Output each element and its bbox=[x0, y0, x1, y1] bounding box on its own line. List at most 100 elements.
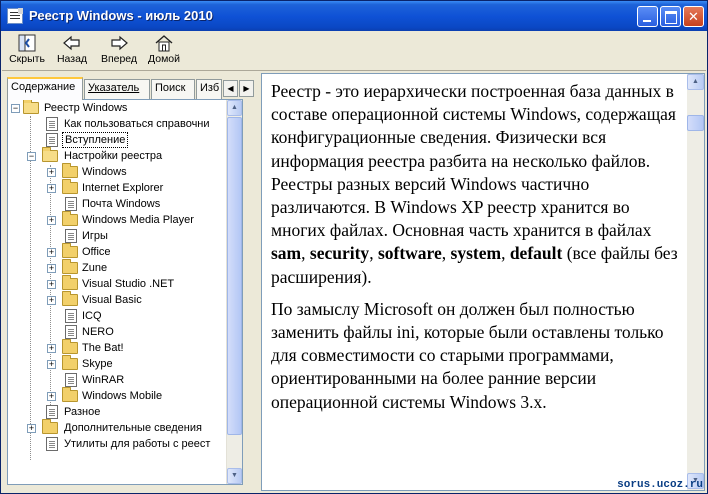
expand-icon[interactable]: + bbox=[47, 216, 56, 225]
tree-label: Visual Studio .NET bbox=[82, 278, 175, 290]
expand-icon[interactable]: + bbox=[47, 264, 56, 273]
tree-label: Office bbox=[82, 246, 111, 258]
home-button[interactable]: Домой bbox=[145, 33, 183, 69]
contents-tree: − Реестр Windows Как пользоваться справо… bbox=[7, 99, 243, 485]
tree-item-icq[interactable]: ICQ bbox=[8, 308, 228, 324]
book-icon bbox=[42, 419, 58, 434]
tab-index[interactable]: Указатель bbox=[84, 79, 150, 99]
help-window: Реестр Windows - июль 2010 ✕ Скрыть Наза… bbox=[0, 0, 708, 494]
close-button[interactable]: ✕ bbox=[683, 6, 704, 27]
tree-label: NERO bbox=[82, 326, 114, 338]
text-segment: Реестр - это иерархически построенная ба… bbox=[271, 81, 676, 241]
scroll-up-arrow-icon[interactable]: ▲ bbox=[687, 74, 704, 90]
watermark: sorus.ucoz.ru bbox=[617, 479, 703, 491]
book-icon bbox=[62, 339, 78, 354]
expand-icon[interactable]: + bbox=[47, 344, 56, 353]
tree-item-the-bat[interactable]: + The Bat! bbox=[8, 339, 228, 356]
tab-contents[interactable]: Содержание bbox=[7, 77, 83, 100]
file-name: security bbox=[309, 243, 370, 264]
tree-label: Internet Explorer bbox=[82, 182, 164, 194]
tree-item-office[interactable]: + Office bbox=[8, 243, 228, 260]
tree-item-internet-explorer[interactable]: + Internet Explorer bbox=[8, 179, 228, 196]
tree-label: Почта Windows bbox=[82, 198, 161, 210]
page-icon bbox=[65, 325, 77, 339]
page-icon bbox=[46, 437, 58, 451]
expand-icon[interactable]: + bbox=[27, 424, 36, 433]
file-name: default bbox=[509, 243, 563, 264]
tree-label: Утилиты для работы с реест bbox=[64, 438, 211, 450]
tabs-scroll-right[interactable]: ▶ bbox=[239, 80, 254, 97]
tree-item-nero[interactable]: NERO bbox=[8, 324, 228, 340]
tree-item-root[interactable]: − Реестр Windows bbox=[8, 100, 228, 116]
scrollbar-thumb[interactable] bbox=[227, 117, 242, 435]
scroll-down-arrow-icon[interactable]: ▼ bbox=[227, 468, 242, 484]
separator: , bbox=[441, 243, 451, 264]
tree-item-visual-basic[interactable]: + Visual Basic bbox=[8, 291, 228, 308]
maximize-button[interactable] bbox=[660, 6, 681, 27]
separator: , bbox=[301, 243, 310, 264]
title-bar[interactable]: Реестр Windows - июль 2010 ✕ bbox=[1, 1, 707, 31]
tabs-scroll-left[interactable]: ◀ bbox=[223, 80, 238, 97]
tab-search[interactable]: Поиск bbox=[151, 79, 195, 99]
hide-button[interactable]: Скрыть bbox=[7, 33, 47, 69]
home-icon bbox=[154, 34, 174, 52]
book-icon bbox=[62, 163, 78, 178]
forward-arrow-icon bbox=[109, 34, 129, 52]
tree-item-additional-info[interactable]: + Дополнительные сведения bbox=[8, 419, 228, 436]
tree-label: Windows Mobile bbox=[82, 390, 163, 402]
expand-icon[interactable]: + bbox=[47, 184, 56, 193]
tree-item-winrar[interactable]: WinRAR bbox=[8, 372, 228, 388]
expand-icon[interactable]: + bbox=[47, 280, 56, 289]
expand-icon[interactable]: + bbox=[47, 248, 56, 257]
tree-item-games[interactable]: Игры bbox=[8, 228, 228, 244]
toolbar: Скрыть Назад Вперед Домой bbox=[2, 31, 706, 71]
tree-item-windows-mail[interactable]: Почта Windows bbox=[8, 196, 228, 212]
tree-item-media-player[interactable]: + Windows Media Player bbox=[8, 211, 228, 228]
navigation-pane: Содержание Указатель Поиск Изб ◀ ▶ − Рее… bbox=[5, 75, 257, 489]
tree-item-skype[interactable]: + Skype bbox=[8, 355, 228, 372]
forward-button[interactable]: Вперед bbox=[97, 33, 141, 69]
tree-item-windows-mobile[interactable]: + Windows Mobile bbox=[8, 387, 228, 404]
scrollbar-thumb[interactable] bbox=[687, 115, 704, 131]
tree-item-how-to-use[interactable]: Как пользоваться справочни bbox=[8, 116, 228, 132]
expand-icon[interactable]: + bbox=[47, 360, 56, 369]
tree-item-utilities[interactable]: Утилиты для работы с реест bbox=[8, 436, 228, 452]
topic-article: Реестр - это иерархически построенная ба… bbox=[271, 80, 681, 423]
tree-label: Дополнительные сведения bbox=[64, 422, 202, 434]
page-icon bbox=[65, 309, 77, 323]
tab-favorites[interactable]: Изб bbox=[196, 79, 222, 99]
expand-icon[interactable]: + bbox=[47, 296, 56, 305]
window-title: Реестр Windows - июль 2010 bbox=[29, 8, 213, 23]
tree-label: ICQ bbox=[82, 310, 102, 322]
hide-label: Скрыть bbox=[9, 53, 45, 65]
minimize-button[interactable] bbox=[637, 6, 658, 27]
expand-icon[interactable]: + bbox=[47, 168, 56, 177]
tree-label: The Bat! bbox=[82, 342, 124, 354]
collapse-icon[interactable]: − bbox=[27, 152, 36, 161]
tree-label: Настройки реестра bbox=[64, 150, 163, 162]
scroll-up-arrow-icon[interactable]: ▲ bbox=[227, 100, 242, 116]
collapse-icon[interactable]: − bbox=[11, 104, 20, 113]
back-button[interactable]: Назад bbox=[54, 33, 90, 69]
tree-item-intro[interactable]: Вступление bbox=[8, 132, 228, 148]
tree-item-windows[interactable]: + Windows bbox=[8, 163, 228, 180]
page-icon bbox=[46, 133, 58, 147]
file-name: system bbox=[450, 243, 502, 264]
tree-scrollbar[interactable]: ▲ ▼ bbox=[226, 100, 242, 484]
tree-label: WinRAR bbox=[82, 374, 125, 386]
tree-item-settings[interactable]: − Настройки реестра bbox=[8, 147, 228, 164]
file-name: software bbox=[377, 243, 442, 264]
tree-item-zune[interactable]: + Zune bbox=[8, 259, 228, 276]
tree-label: Windows Media Player bbox=[82, 214, 194, 226]
book-icon bbox=[62, 211, 78, 226]
page-icon bbox=[65, 229, 77, 243]
tree-label: Windows bbox=[82, 166, 127, 178]
content-scrollbar[interactable]: ▲ ▼ bbox=[687, 74, 704, 490]
tree-label-selected: Вступление bbox=[62, 132, 129, 148]
book-icon bbox=[62, 291, 78, 306]
tree-item-visual-studio[interactable]: + Visual Studio .NET bbox=[8, 275, 228, 292]
tree-label: Zune bbox=[82, 262, 108, 274]
tree-item-misc[interactable]: Разное bbox=[8, 404, 228, 420]
paragraph-2: По замыслу Microsoft он должен был полно… bbox=[271, 298, 664, 412]
expand-icon[interactable]: + bbox=[47, 392, 56, 401]
